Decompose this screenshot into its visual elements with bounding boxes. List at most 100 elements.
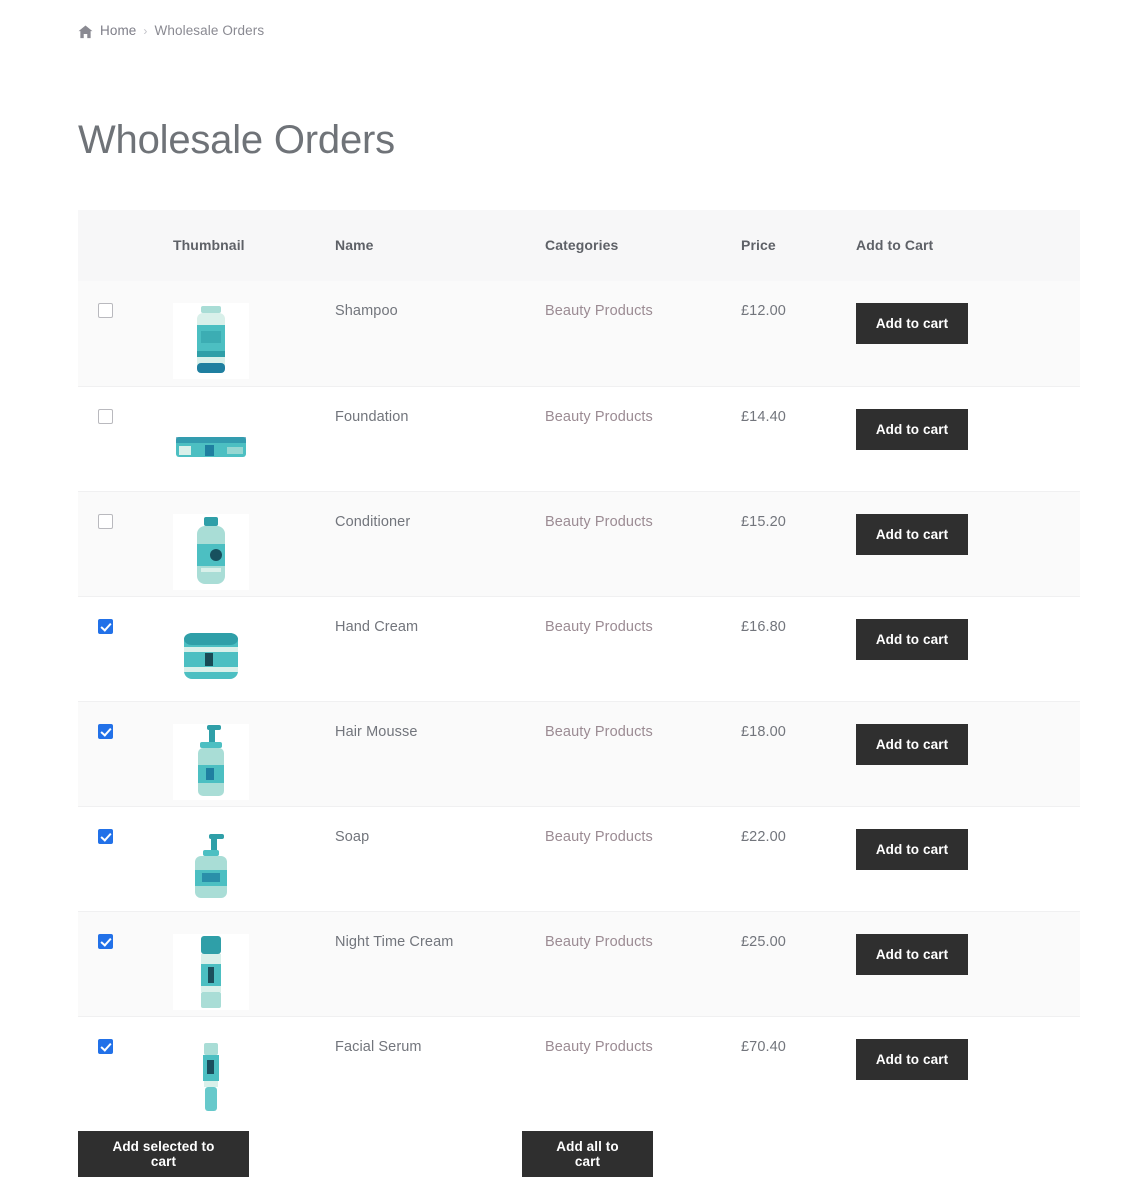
row-select-checkbox[interactable]	[98, 303, 113, 318]
table-row: Shampoo Beauty Products £12.00 Add to ca…	[78, 281, 1080, 386]
row-product-name: Hand Cream	[335, 595, 545, 701]
category-link[interactable]: Beauty Products	[545, 619, 653, 635]
row-select-cell	[78, 805, 173, 911]
row-select-checkbox[interactable]	[98, 513, 113, 529]
row-select-cell	[78, 281, 173, 386]
row-thumbnail-cell	[173, 1015, 335, 1121]
breadcrumb-current: Wholesale Orders	[154, 23, 265, 38]
wholesale-orders-page: Home › Wholesale Orders Wholesale Orders…	[0, 0, 1140, 1200]
row-categories-cell: Beauty Products	[545, 385, 741, 491]
add-to-cart-button[interactable]: Add to cart	[856, 303, 968, 344]
row-product-name: Foundation	[335, 385, 545, 491]
row-select-cell	[78, 910, 173, 1016]
row-select-cell	[78, 1015, 173, 1121]
add-to-cart-button[interactable]: Add to cart	[856, 618, 968, 660]
category-link[interactable]: Beauty Products	[545, 1039, 653, 1055]
row-select-cell	[78, 700, 173, 806]
row-categories-cell: Beauty Products	[545, 910, 741, 1016]
row-thumbnail-cell	[173, 805, 335, 911]
add-to-cart-button[interactable]: Add to cart	[856, 1038, 968, 1080]
row-add-to-cart-cell: Add to cart	[856, 700, 1080, 806]
row-add-to-cart-cell: Add to cart	[856, 910, 1080, 1016]
row-thumbnail-cell	[173, 910, 335, 1016]
row-add-to-cart-cell: Add to cart	[856, 385, 1080, 491]
row-select-cell	[78, 490, 173, 596]
table-row: Soap Beauty Products £22.00 Add to cart	[78, 805, 1080, 911]
column-header-price: Price	[741, 210, 856, 281]
row-thumbnail-cell	[173, 490, 335, 596]
row-product-name: Shampoo	[335, 281, 545, 386]
row-categories-cell: Beauty Products	[545, 595, 741, 701]
row-price: £18.00	[741, 700, 856, 806]
table-header: Thumbnail Name Categories Price Add to C…	[78, 210, 1080, 281]
add-to-cart-button[interactable]: Add to cart	[856, 828, 968, 870]
row-select-cell	[78, 595, 173, 701]
row-price: £15.20	[741, 490, 856, 596]
row-price: £14.40	[741, 385, 856, 491]
row-price: £12.00	[741, 281, 856, 386]
facial-serum-tube-icon	[173, 1038, 249, 1115]
add-selected-to-cart-button[interactable]: Add selected to cart	[78, 1131, 249, 1177]
row-select-checkbox[interactable]	[98, 828, 113, 844]
shampoo-bottle-icon	[173, 303, 249, 379]
column-header-name: Name	[335, 210, 545, 281]
row-add-to-cart-cell: Add to cart	[856, 595, 1080, 701]
row-select-checkbox[interactable]	[98, 408, 113, 424]
row-product-name: Soap	[335, 805, 545, 911]
foundation-palette-icon	[173, 408, 249, 485]
column-header-categories: Categories	[545, 210, 741, 281]
category-link[interactable]: Beauty Products	[545, 934, 653, 950]
row-select-checkbox[interactable]	[98, 723, 113, 739]
add-to-cart-button[interactable]: Add to cart	[856, 933, 968, 975]
column-header-add-to-cart: Add to Cart	[856, 210, 1080, 281]
row-categories-cell: Beauty Products	[545, 281, 741, 386]
home-icon	[78, 25, 93, 39]
category-link[interactable]: Beauty Products	[545, 724, 653, 740]
add-to-cart-button[interactable]: Add to cart	[856, 723, 968, 765]
category-link[interactable]: Beauty Products	[545, 303, 653, 319]
conditioner-bottle-icon	[173, 513, 249, 590]
add-to-cart-button[interactable]: Add to cart	[856, 513, 968, 555]
category-link[interactable]: Beauty Products	[545, 514, 653, 530]
category-link[interactable]: Beauty Products	[545, 409, 653, 425]
table-row: Foundation Beauty Products £14.40 Add to…	[78, 385, 1080, 491]
row-product-name: Night Time Cream	[335, 910, 545, 1016]
row-select-checkbox[interactable]	[98, 1038, 113, 1054]
bulk-actions: Add selected to cart Add all to cart	[78, 1131, 1080, 1177]
row-price: £22.00	[741, 805, 856, 911]
row-thumbnail-cell	[173, 281, 335, 386]
soap-pump-icon	[173, 828, 249, 905]
hand-cream-jar-icon	[173, 618, 249, 695]
wholesale-table-container: Thumbnail Name Categories Price Add to C…	[78, 210, 1080, 1121]
category-link[interactable]: Beauty Products	[545, 829, 653, 845]
row-product-name: Conditioner	[335, 490, 545, 596]
hair-mousse-pump-icon	[173, 723, 249, 800]
row-product-name: Facial Serum	[335, 1015, 545, 1121]
column-header-thumbnail: Thumbnail	[173, 210, 335, 281]
row-add-to-cart-cell: Add to cart	[856, 490, 1080, 596]
table-row: Facial Serum Beauty Products £70.40 Add …	[78, 1015, 1080, 1121]
row-categories-cell: Beauty Products	[545, 805, 741, 911]
table-row: Hair Mousse Beauty Products £18.00 Add t…	[78, 700, 1080, 806]
table-body: Shampoo Beauty Products £12.00 Add to ca…	[78, 281, 1080, 1121]
breadcrumb-home-link[interactable]: Home	[100, 23, 136, 38]
row-thumbnail-cell	[173, 385, 335, 491]
row-price: £25.00	[741, 910, 856, 1016]
column-header-select	[78, 210, 173, 281]
row-thumbnail-cell	[173, 595, 335, 701]
add-all-to-cart-button[interactable]: Add all to cart	[522, 1131, 653, 1177]
row-select-checkbox[interactable]	[98, 933, 113, 949]
row-categories-cell: Beauty Products	[545, 1015, 741, 1121]
row-price: £16.80	[741, 595, 856, 701]
table-row: Conditioner Beauty Products £15.20 Add t…	[78, 490, 1080, 596]
page-title: Wholesale Orders	[78, 118, 395, 162]
row-select-checkbox[interactable]	[98, 618, 113, 634]
add-to-cart-button[interactable]: Add to cart	[856, 408, 968, 450]
row-add-to-cart-cell: Add to cart	[856, 281, 1080, 386]
row-add-to-cart-cell: Add to cart	[856, 1015, 1080, 1121]
breadcrumb: Home › Wholesale Orders	[78, 23, 264, 38]
table-row: Hand Cream Beauty Products £16.80 Add to…	[78, 595, 1080, 701]
table-header-row: Thumbnail Name Categories Price Add to C…	[78, 210, 1080, 281]
wholesale-products-table: Thumbnail Name Categories Price Add to C…	[78, 210, 1080, 1121]
row-select-cell	[78, 385, 173, 491]
